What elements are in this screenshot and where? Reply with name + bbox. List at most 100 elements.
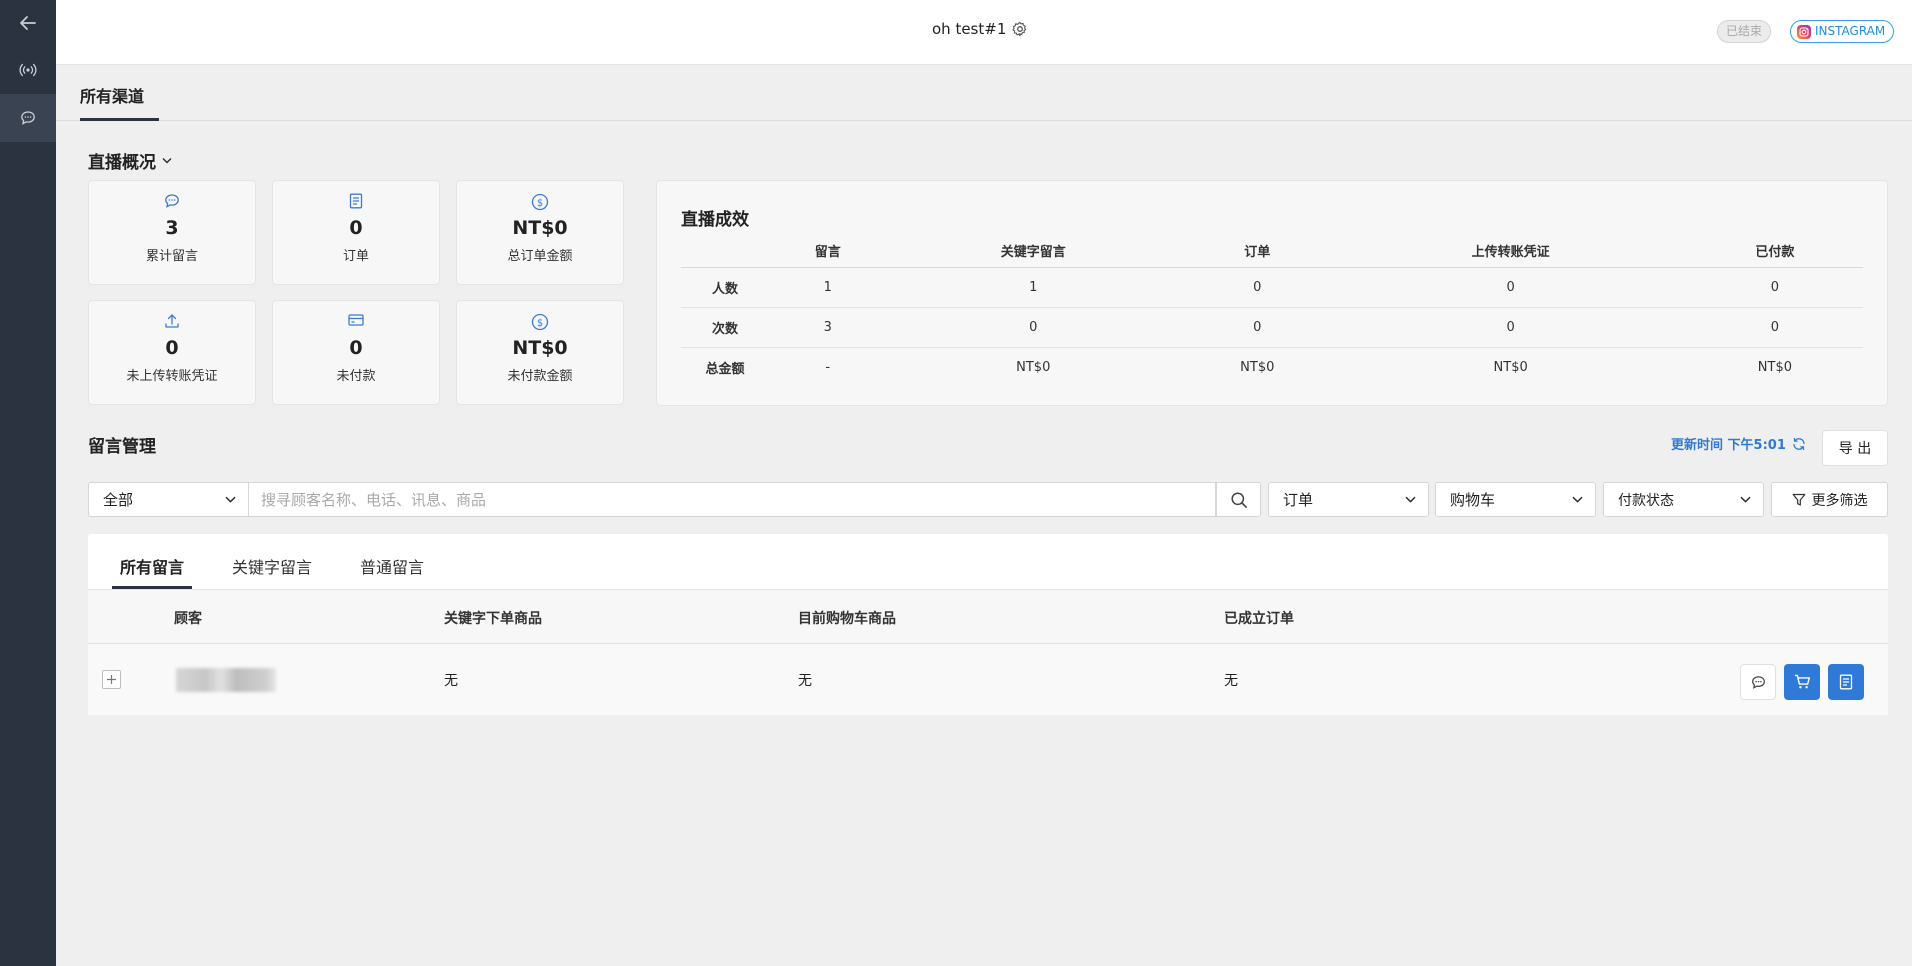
stat-value: 0 <box>349 217 363 239</box>
search-input[interactable] <box>261 490 1215 509</box>
chevron-down-icon <box>1405 496 1416 503</box>
keyword-items-cell: 无 <box>444 673 458 689</box>
stat-value: 0 <box>165 337 179 359</box>
sidebar <box>0 0 56 966</box>
table-cell: 0 <box>1180 267 1335 308</box>
update-time-text: 更新时间 下午5:01 <box>1671 438 1786 453</box>
stat-label: 未付款 <box>336 369 376 384</box>
dollar-icon: $ <box>531 193 549 211</box>
column-header-orders: 已成立订单 <box>1224 611 1294 627</box>
stat-label: 未上传转账凭证 <box>126 369 218 384</box>
export-button[interactable]: 导 出 <box>1822 430 1888 466</box>
overview-title: 直播概况 <box>88 153 156 173</box>
table-header-cell: 已付款 <box>1686 235 1863 268</box>
payment-filter-select[interactable]: 付款状态 <box>1603 482 1764 517</box>
table-cell: 0 <box>886 307 1181 348</box>
chevron-down-icon <box>1740 496 1751 503</box>
table-cell: 0 <box>1334 307 1687 348</box>
stat-label: 未付款金额 <box>507 369 573 384</box>
scope-select[interactable]: 全部 <box>88 482 249 517</box>
status-badge: 已结束 <box>1717 20 1772 43</box>
table-row: 人数 1 1 0 0 0 <box>681 267 1863 308</box>
dollar-icon: $ <box>531 313 549 331</box>
chevron-down-icon <box>162 157 172 164</box>
cart-icon <box>1794 674 1810 689</box>
cart-filter-select[interactable]: 购物车 <box>1435 482 1596 517</box>
plus-icon <box>107 675 116 684</box>
expand-row-button[interactable] <box>102 670 121 689</box>
table-header-cell: 关键字留言 <box>886 235 1181 268</box>
table-row: 总金额 - NT$0 NT$0 NT$0 NT$0 <box>681 347 1863 387</box>
chevron-down-icon <box>225 496 236 503</box>
table-cell: NT$0 <box>1757 359 1792 375</box>
platform-badge: INSTAGRAM <box>1790 20 1895 43</box>
order-icon <box>1839 674 1853 690</box>
view-comments-button[interactable] <box>1740 664 1776 700</box>
row-label: 总金额 <box>705 361 745 377</box>
table-cell: 0 <box>1180 307 1335 348</box>
tab-keyword-comments[interactable]: 关键字留言 <box>232 554 312 578</box>
comment-icon <box>21 111 35 125</box>
tab-all-comments[interactable]: 所有留言 <box>120 554 184 578</box>
broadcast-icon <box>19 63 37 77</box>
table-cell: 1 <box>886 267 1181 308</box>
row-label: 次数 <box>681 307 769 348</box>
stat-label: 订单 <box>342 249 369 264</box>
search-button[interactable] <box>1216 482 1261 517</box>
comments-nav[interactable] <box>0 94 56 142</box>
filter-icon <box>1792 493 1805 506</box>
stat-value: 3 <box>165 217 179 239</box>
performance-card: 直播成效 留言 关键字留言 订单 上传转账凭证 已付款 人数 1 1 0 0 0… <box>656 180 1888 406</box>
stat-card-unpaid: 0 未付款 <box>272 300 440 405</box>
order-filter-select[interactable]: 订单 <box>1268 482 1429 517</box>
stat-card-order-amount: $ NT$0 总订单金额 <box>456 180 624 285</box>
back-button[interactable] <box>0 0 56 46</box>
comment-icon <box>1751 675 1765 689</box>
active-tab-indicator <box>80 118 159 121</box>
table-cell: 0 <box>1686 307 1863 348</box>
row-label: 人数 <box>681 267 769 308</box>
refresh-button[interactable]: 更新时间 下午5:01 <box>1671 434 1806 453</box>
gear-icon[interactable] <box>1012 21 1028 37</box>
table-cell: 1 <box>769 267 887 308</box>
order-icon <box>349 193 363 209</box>
table-cell: NT$0 <box>1016 359 1051 375</box>
table-cell: NT$0 <box>1493 359 1528 375</box>
table-header-cell: 留言 <box>769 235 887 268</box>
stat-card-no-receipt: 0 未上传转账凭证 <box>88 300 256 405</box>
tab-normal-comments[interactable]: 普通留言 <box>360 554 424 578</box>
table-cell: 3 <box>769 307 887 348</box>
cart-filter-value: 购物车 <box>1450 491 1496 509</box>
performance-table: 留言 关键字留言 订单 上传转账凭证 已付款 人数 1 1 0 0 0 次数 3… <box>681 235 1863 387</box>
upload-icon <box>165 314 179 328</box>
overview-toggle[interactable]: 直播概况 <box>88 148 172 173</box>
column-header-keyword-items: 关键字下单商品 <box>444 611 542 627</box>
orders-cell: 无 <box>1224 673 1238 689</box>
scope-select-value: 全部 <box>103 491 134 509</box>
more-filters-button[interactable]: 更多筛选 <box>1771 482 1888 517</box>
comment-management-title: 留言管理 <box>88 437 156 457</box>
stat-card-unpaid-amount: $ NT$0 未付款金额 <box>456 300 624 405</box>
stat-card-orders: 0 订单 <box>272 180 440 285</box>
instagram-icon <box>1797 24 1811 39</box>
stat-value: 0 <box>349 337 363 359</box>
payment-filter-value: 付款状态 <box>1618 492 1674 509</box>
more-filters-label: 更多筛选 <box>1811 492 1868 509</box>
svg-text:$: $ <box>537 318 543 329</box>
stat-label: 总订单金额 <box>507 249 573 264</box>
customer-avatar-name[interactable] <box>176 668 276 692</box>
view-cart-button[interactable] <box>1784 664 1820 700</box>
table-cell: 0 <box>1686 267 1863 308</box>
live-title: oh test#1 <box>932 20 1028 38</box>
table-header-cell: 订单 <box>1180 235 1335 268</box>
tab-all-channels[interactable]: 所有渠道 <box>80 83 144 107</box>
channel-tab-bar: 所有渠道 <box>56 66 1912 121</box>
stat-label: 累计留言 <box>145 249 198 264</box>
view-order-button[interactable] <box>1828 664 1864 700</box>
comment-icon <box>165 194 179 208</box>
search-icon <box>1230 491 1247 508</box>
table-cell: NT$0 <box>1240 359 1275 375</box>
stat-value: NT$0 <box>512 337 568 359</box>
chevron-down-icon <box>1572 496 1583 503</box>
live-broadcast-nav[interactable] <box>0 46 56 94</box>
